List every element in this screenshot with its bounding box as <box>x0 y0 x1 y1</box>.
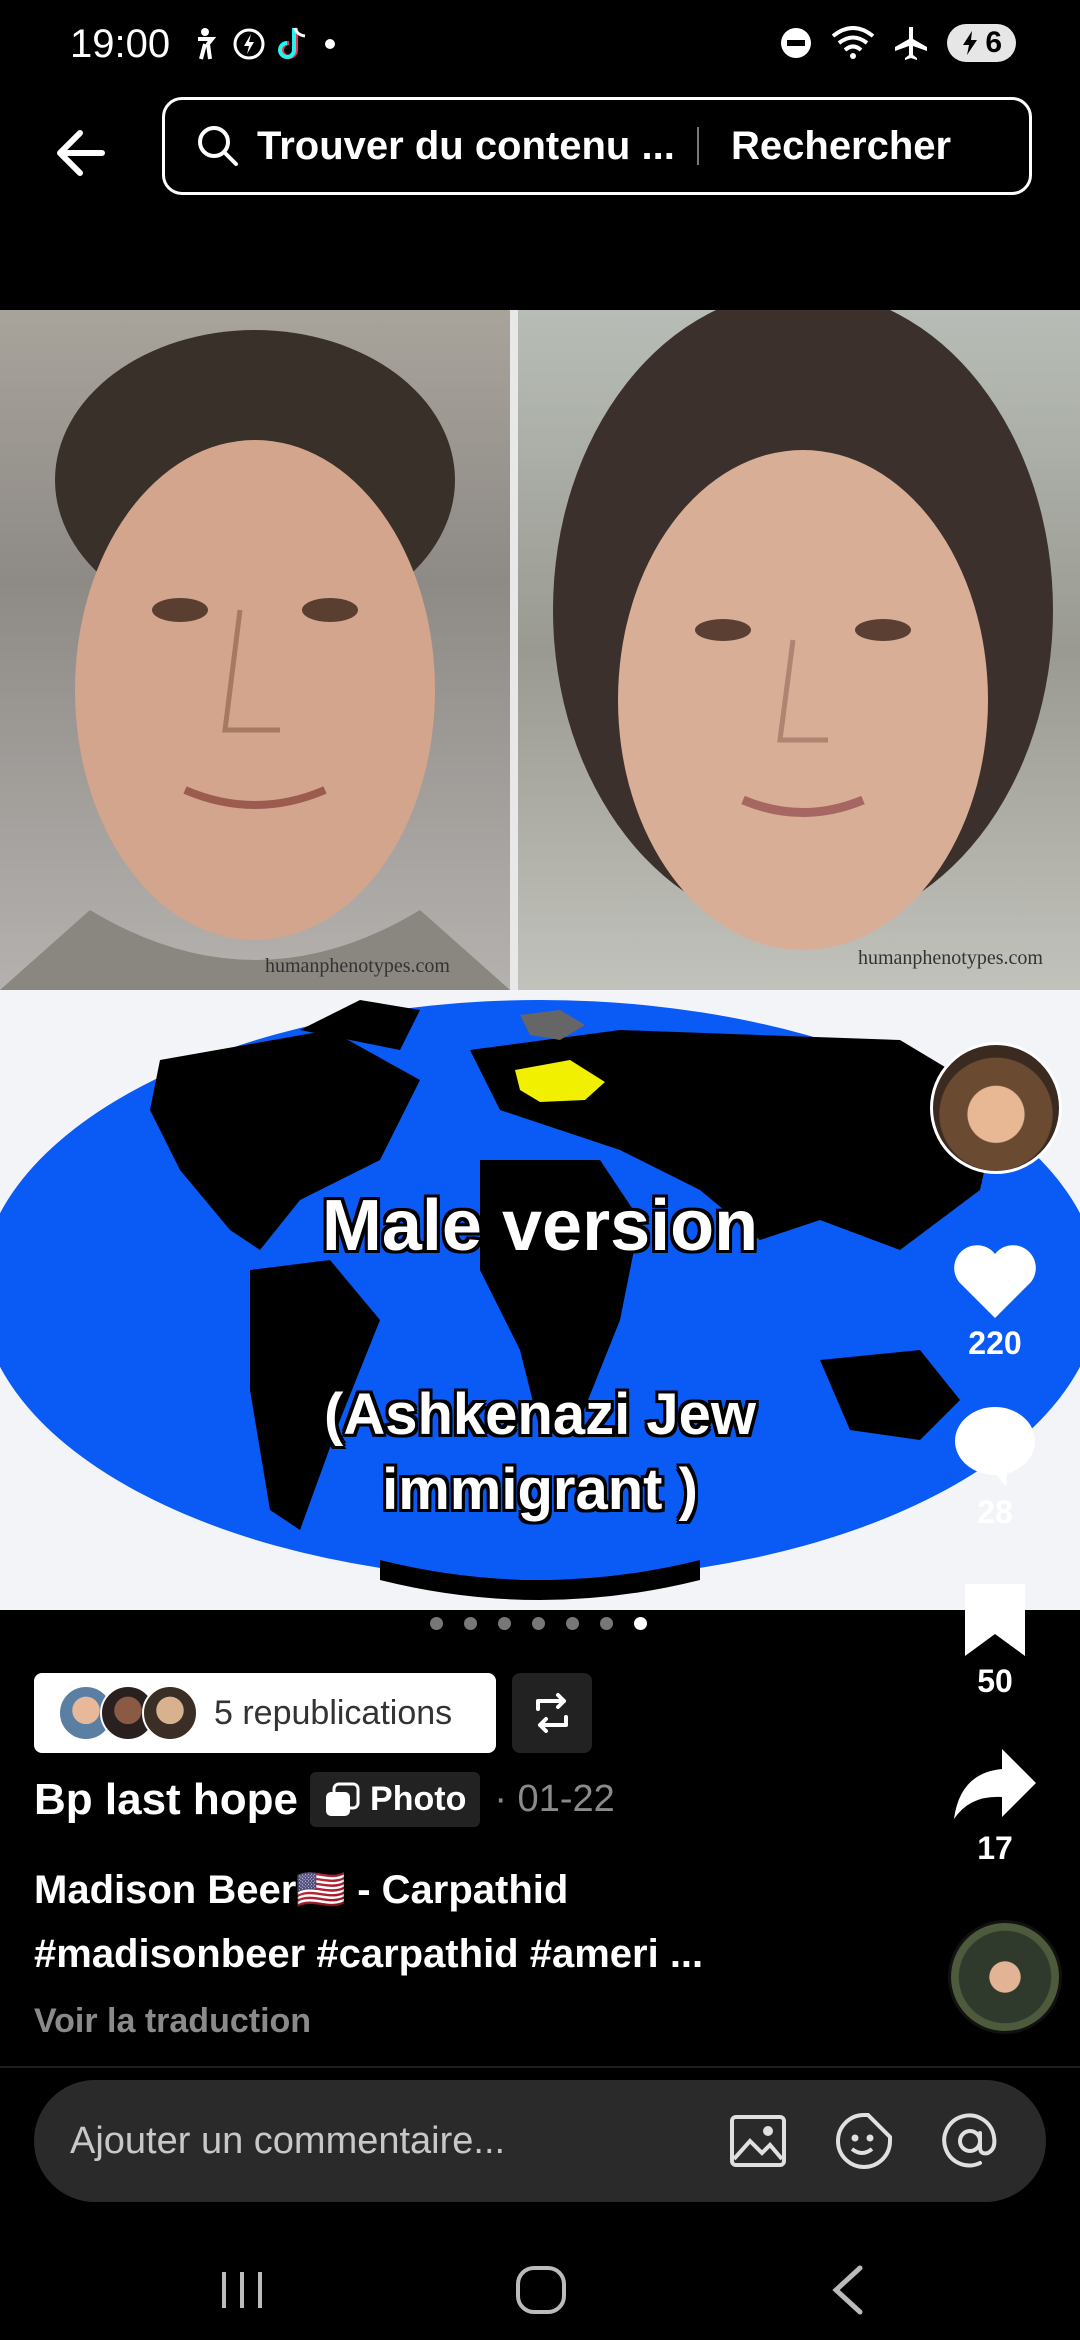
description-line: Madison Beer🇺🇸 - Carpathid <box>34 1868 569 1912</box>
slide-dot[interactable] <box>566 1617 579 1630</box>
translate-link[interactable]: Voir la traduction <box>34 2002 311 2041</box>
sticker-icon[interactable] <box>834 2111 894 2171</box>
divider <box>0 2066 1080 2068</box>
comment-button[interactable]: 28 <box>930 1405 1060 1531</box>
comment-bubble-icon <box>955 1407 1035 1487</box>
heart-icon <box>954 1245 1036 1318</box>
status-right-icons: 6 <box>779 24 1016 62</box>
search-divider <box>697 127 699 165</box>
slide-dot-active[interactable] <box>634 1617 647 1630</box>
bookmark-icon <box>965 1584 1025 1656</box>
system-navigation-bar <box>0 2240 1080 2340</box>
slide-dot[interactable] <box>498 1617 511 1630</box>
accessibility-icon <box>198 28 217 60</box>
search-bar[interactable]: Trouver du contenu ... Rechercher <box>162 97 1032 195</box>
republisher-avatars <box>58 1685 198 1741</box>
airplane-icon <box>895 27 928 60</box>
arrow-left-icon <box>57 130 105 176</box>
caption-line3: immigrant ) <box>382 1457 698 1522</box>
photo-stack-icon <box>326 1782 360 1816</box>
wifi-icon <box>832 26 875 59</box>
comment-input[interactable]: Ajouter un commentaire... <box>70 2120 728 2163</box>
save-count: 50 <box>977 1663 1013 1699</box>
at-mention-icon[interactable] <box>940 2111 1000 2171</box>
back-button[interactable] <box>52 118 122 188</box>
like-button[interactable]: 220 <box>930 1240 1060 1362</box>
post-meta: Bp last hope Photo · 01-22 <box>34 1772 615 1827</box>
caption-title: Male version <box>321 1186 759 1266</box>
avatar <box>142 1685 198 1741</box>
save-button[interactable]: 50 <box>930 1582 1060 1700</box>
watermark-left: humanphenotypes.com <box>265 955 450 977</box>
post-date: · 01-22 <box>494 1778 615 1820</box>
slide-indicator <box>430 1617 647 1630</box>
creator-avatar[interactable] <box>930 1042 1062 1174</box>
face-divider <box>510 310 518 990</box>
status-time: 19:00 <box>70 22 171 66</box>
home-icon[interactable] <box>512 2262 572 2318</box>
description-hashtags[interactable]: #madisonbeer #carpathid #ameri ... <box>34 1922 774 1986</box>
notification-dot-icon <box>325 39 335 49</box>
battery-level: 6 <box>985 26 1002 59</box>
republications-chip[interactable]: 5 republications <box>34 1673 496 1753</box>
back-nav-icon[interactable] <box>820 2262 880 2318</box>
slide-dot[interactable] <box>464 1617 477 1630</box>
face-image-female <box>518 310 1080 990</box>
tiktok-icon <box>278 27 306 59</box>
repost-icon <box>536 1693 568 1733</box>
comment-count: 28 <box>977 1494 1013 1530</box>
photo-chip-label: Photo <box>370 1780 467 1818</box>
post-description[interactable]: Madison Beer🇺🇸 - Carpathid #madisonbeer … <box>34 1858 774 1986</box>
status-bar: 19:00 6 <box>0 0 1080 96</box>
comment-bar[interactable]: Ajouter un commentaire... <box>34 2080 1046 2202</box>
face-image-male <box>0 310 510 990</box>
author-name[interactable]: Bp last hope <box>34 1775 298 1825</box>
image-icon[interactable] <box>728 2111 788 2171</box>
search-submit-button[interactable]: Rechercher <box>731 124 951 169</box>
battery-indicator: 6 <box>947 24 1016 62</box>
charging-bolt-icon <box>963 31 978 55</box>
repost-button[interactable] <box>512 1673 592 1753</box>
do-not-disturb-icon <box>781 28 812 58</box>
power-icon <box>233 28 265 60</box>
like-count: 220 <box>968 1325 1022 1361</box>
slide-dot[interactable] <box>430 1617 443 1630</box>
republications-label: 5 republications <box>214 1693 453 1732</box>
search-icon <box>198 126 238 166</box>
share-arrow-icon <box>954 1749 1036 1819</box>
search-input[interactable]: Trouver du contenu ... <box>257 124 677 169</box>
caption-line2: (Ashkenazi Jew <box>324 1382 756 1447</box>
status-left-icons <box>190 26 338 62</box>
photo-chip: Photo <box>310 1772 481 1827</box>
recent-apps-icon[interactable] <box>212 2262 272 2318</box>
post-media[interactable]: humanphenotypes.com humanphenotypes.com … <box>0 310 1080 1610</box>
slide-dot[interactable] <box>600 1617 613 1630</box>
watermark-right: humanphenotypes.com <box>858 947 1043 969</box>
share-button[interactable]: 17 <box>930 1745 1060 1867</box>
share-count: 17 <box>977 1830 1013 1866</box>
sound-disc[interactable] <box>948 1920 1062 2034</box>
slide-dot[interactable] <box>532 1617 545 1630</box>
